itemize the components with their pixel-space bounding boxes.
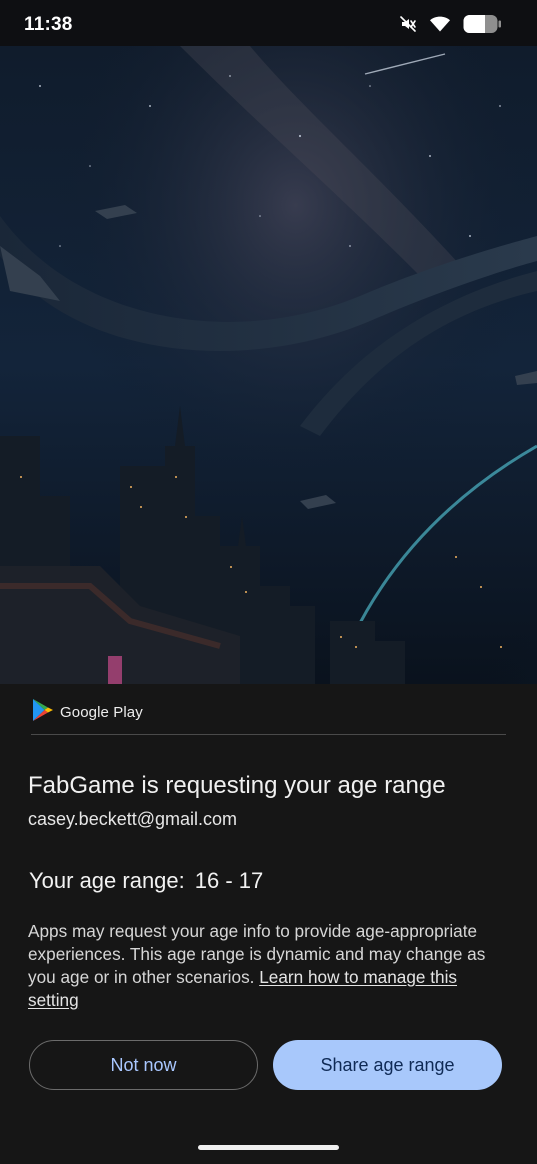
battery-icon [463,14,501,34]
provider-label: Google Play [60,704,143,721]
sheet-title: FabGame is requesting your age range [28,772,446,799]
provider-row: Google Play [32,698,143,727]
description: Apps may request your age info to provid… [28,920,508,1012]
wifi-icon [429,15,451,33]
space-city-artwork-icon [0,46,537,684]
age-range-label: Your age range: [29,868,185,893]
status-icons [399,14,501,34]
game-artwork [0,46,537,684]
status-time: 11:38 [24,14,73,35]
home-indicator[interactable] [198,1145,339,1150]
account-email: casey.beckett@gmail.com [28,809,238,829]
status-bar: 11:38 [0,0,537,46]
age-range-sheet: Google Play FabGame is requesting your a… [0,684,537,1164]
mute-icon [399,15,417,33]
age-range-row: Your age range: 16 - 17 [29,868,263,894]
share-age-range-button[interactable]: Share age range [273,1040,502,1090]
not-now-button[interactable]: Not now [29,1040,258,1090]
google-play-icon [32,698,54,727]
age-range-value: 16 - 17 [194,868,264,893]
divider [31,734,506,735]
